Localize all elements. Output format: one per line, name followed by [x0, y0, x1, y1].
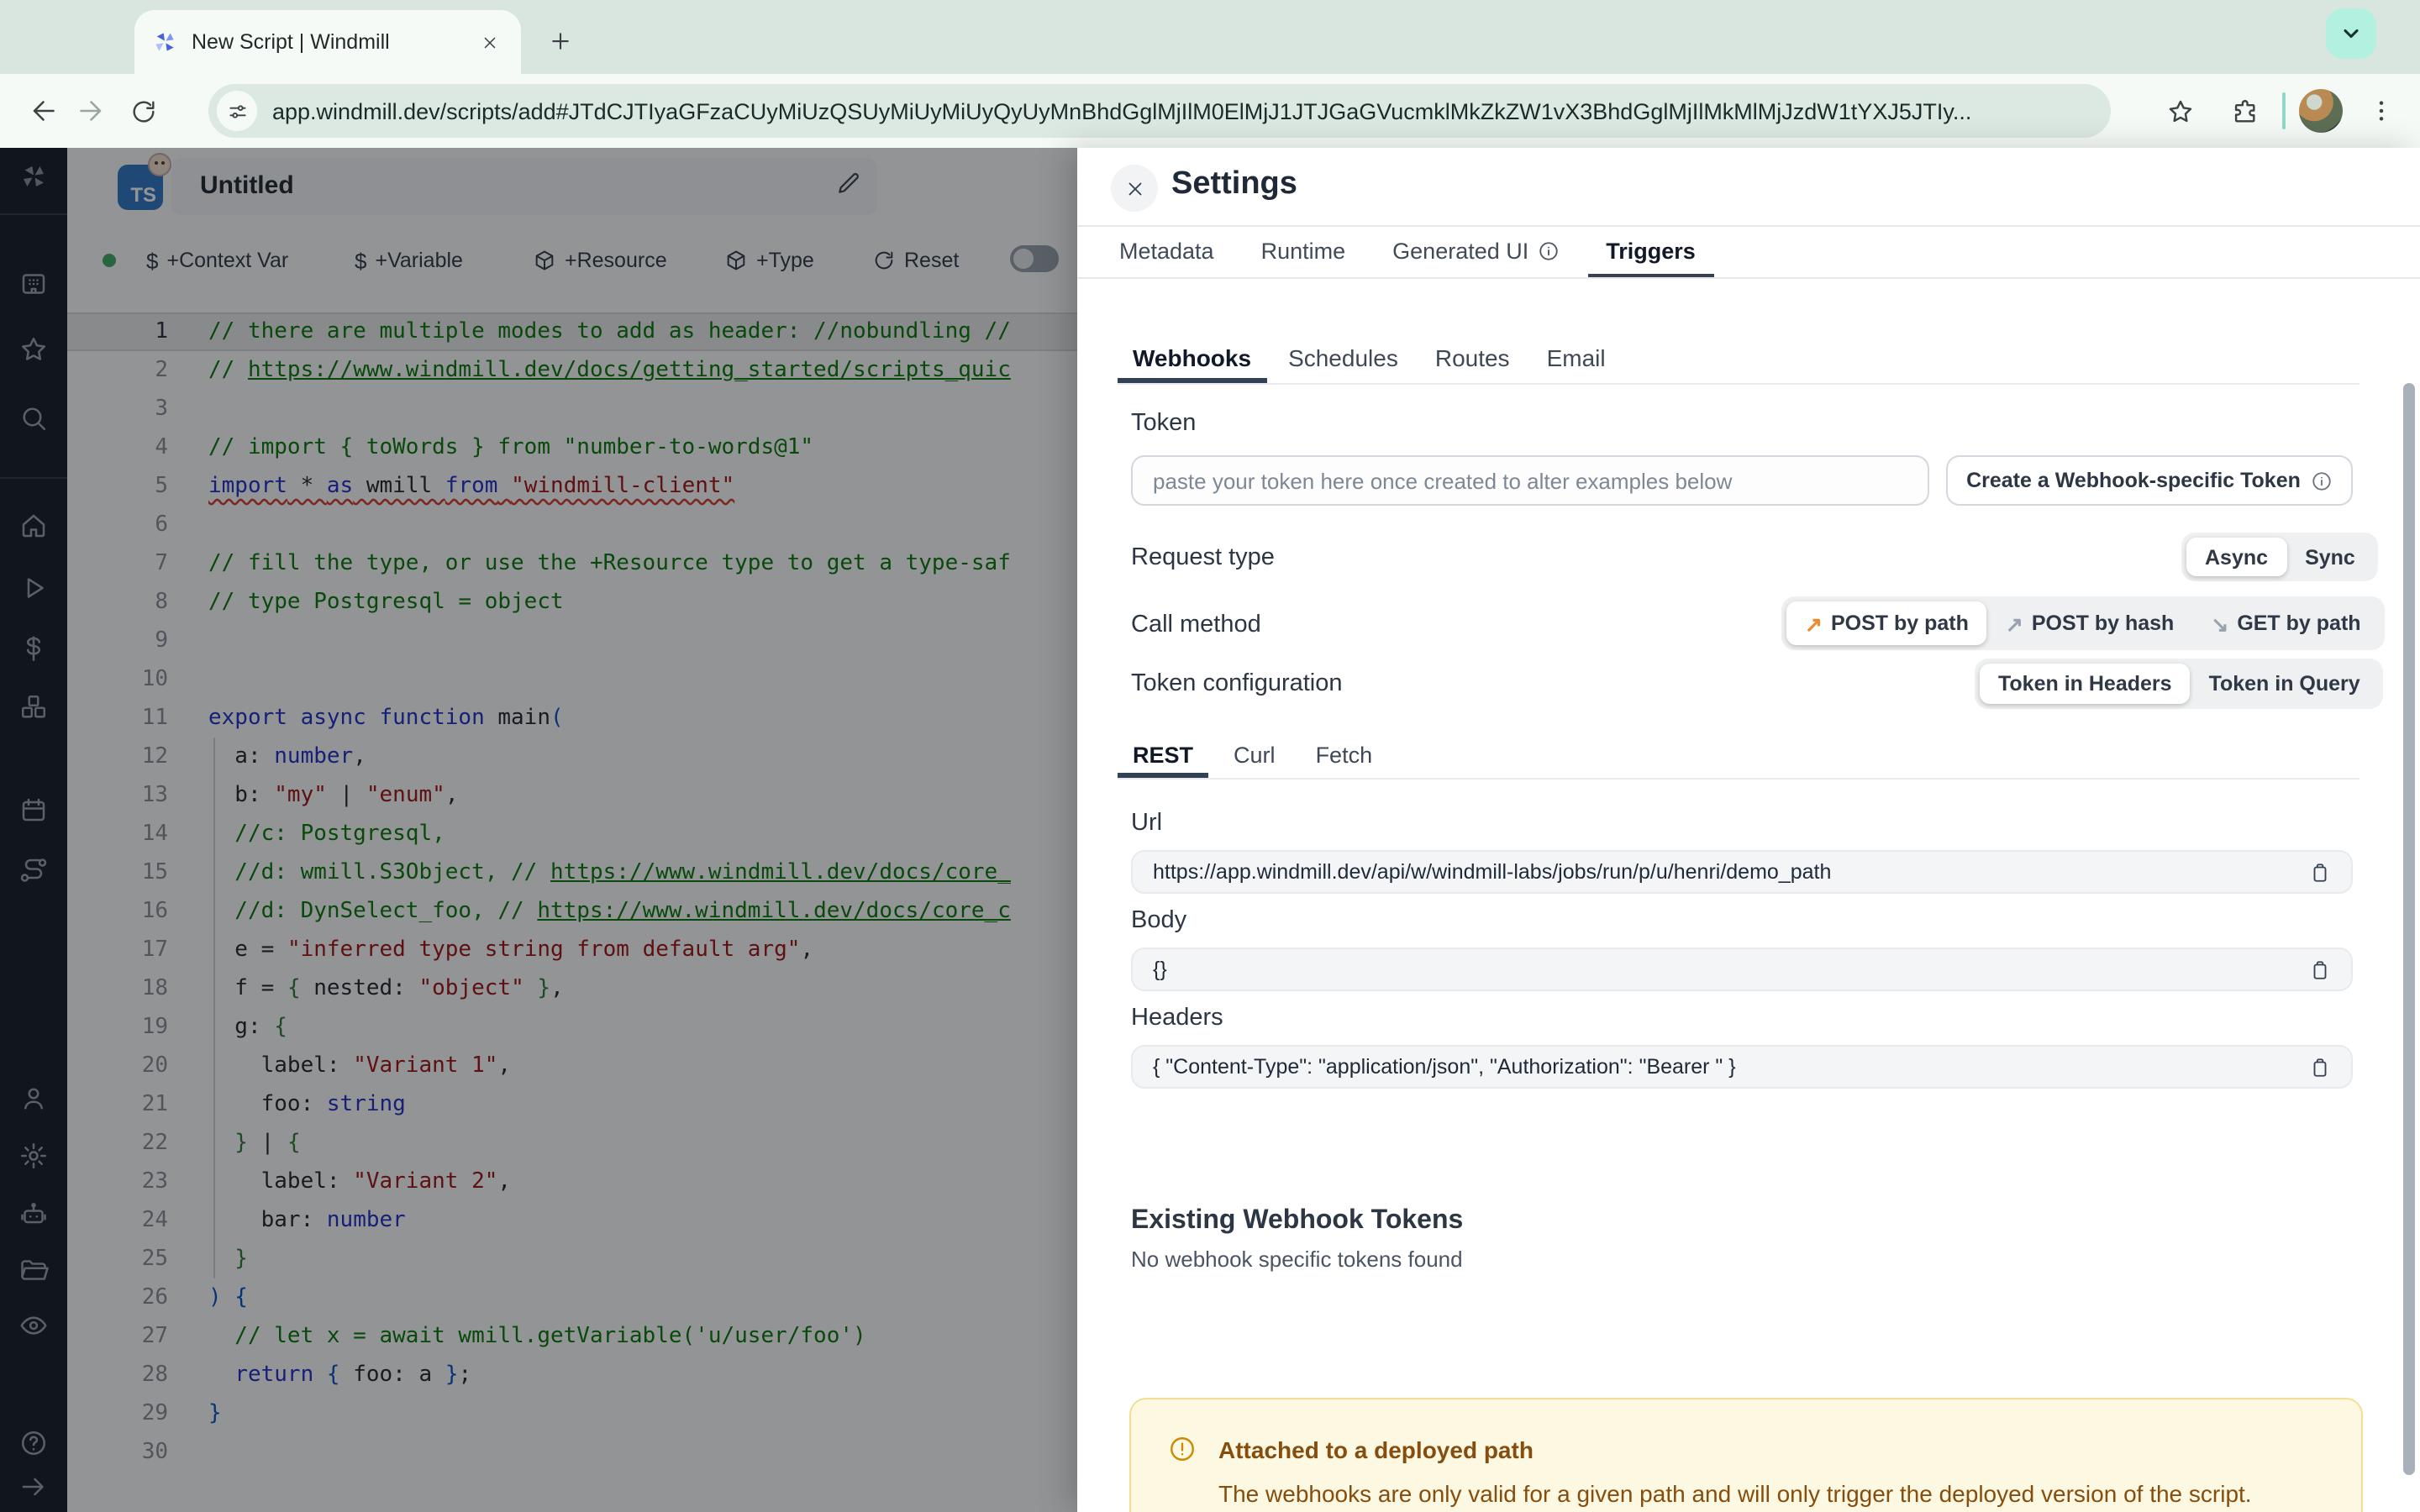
warning-title: Attached to a deployed path: [1218, 1436, 1534, 1463]
copy-icon[interactable]: [2309, 859, 2331, 885]
drawer-backdrop[interactable]: [0, 148, 1077, 1512]
tab-generated-ui[interactable]: Generated UI: [1374, 228, 1577, 277]
tab-email[interactable]: Email: [1532, 336, 1621, 383]
token-label: Token: [1131, 410, 1197, 437]
request-type-label: Request type: [1131, 544, 1275, 571]
async-option[interactable]: Async: [2186, 538, 2287, 576]
url-value[interactable]: [1153, 860, 2309, 884]
deployed-path-warning: Attached to a deployed path The webhooks…: [1129, 1398, 2363, 1512]
tab-webhooks[interactable]: Webhooks: [1118, 336, 1267, 383]
profile-avatar[interactable]: [2299, 89, 2343, 133]
settings-tabs: Metadata Runtime Generated UI Triggers: [1101, 228, 1714, 277]
arrow-up-right-icon: ↗: [2005, 612, 2023, 636]
tab-title: New Script | Windmill: [192, 30, 390, 54]
browser-actions: [2154, 84, 2407, 138]
address-bar[interactable]: app.windmill.dev/scripts/add#JTdCJTIyaGF…: [208, 84, 2111, 138]
snippet-tabs: REST Curl Fetch: [1118, 736, 1387, 778]
close-button[interactable]: [1111, 165, 1158, 212]
headers-field: [1131, 1045, 2353, 1089]
back-button[interactable]: [17, 86, 67, 136]
alert-circle-icon: [1168, 1435, 1197, 1463]
token-configuration-label: Token configuration: [1131, 670, 1343, 697]
copy-icon[interactable]: [2309, 1054, 2331, 1079]
info-icon: [2312, 471, 2331, 490]
headers-label: Headers: [1131, 1005, 1223, 1032]
call-method-label: Call method: [1131, 612, 1261, 638]
windmill-favicon-icon: [155, 33, 174, 51]
body-field: [1131, 948, 2353, 991]
drawer-title: Settings: [1171, 166, 1297, 202]
app-window: TS Untitled $ +Context Var $ +Variable +…: [0, 148, 2420, 1512]
arrow-up-right-icon: ↗: [1805, 612, 1823, 636]
token-input[interactable]: [1131, 455, 1929, 506]
existing-tokens-empty: No webhook specific tokens found: [1131, 1247, 1463, 1272]
sync-option[interactable]: Sync: [2286, 538, 2374, 576]
url-text: app.windmill.dev/scripts/add#JTdCJTIyaGF…: [272, 98, 1972, 123]
bookmark-star-icon[interactable]: [2154, 86, 2205, 136]
request-type-group: Async Sync: [2181, 533, 2379, 581]
info-icon: [1539, 242, 1557, 260]
trigger-tabs: Webhooks Schedules Routes Email: [1118, 336, 1621, 383]
extensions-icon[interactable]: [2218, 86, 2269, 136]
existing-tokens-title: Existing Webhook Tokens: [1131, 1206, 1464, 1235]
tab-schedules[interactable]: Schedules: [1273, 336, 1413, 383]
settings-drawer: Settings Metadata Runtime Generated UI T…: [1077, 148, 2420, 1512]
body-value[interactable]: [1153, 958, 2309, 981]
tab-fetch[interactable]: Fetch: [1301, 736, 1388, 778]
tab-routes[interactable]: Routes: [1420, 336, 1525, 383]
tab-triggers[interactable]: Triggers: [1587, 228, 1714, 277]
headers-value[interactable]: [1153, 1055, 2309, 1079]
warning-text: The webhooks are only valid for a given …: [1218, 1480, 2252, 1507]
token-configuration-group: Token in Headers Token in Query: [1975, 659, 2384, 709]
token-in-query-option[interactable]: Token in Query: [2191, 664, 2379, 704]
token-in-headers-option[interactable]: Token in Headers: [1980, 664, 2191, 704]
body-label: Body: [1131, 907, 1187, 934]
tab-metadata[interactable]: Metadata: [1101, 228, 1233, 277]
tab-runtime[interactable]: Runtime: [1243, 228, 1365, 277]
create-webhook-token-button[interactable]: Create a Webhook-specific Token: [1946, 455, 2353, 506]
browser-tab[interactable]: New Script | Windmill: [134, 10, 521, 74]
tab-search-button[interactable]: [2326, 8, 2376, 59]
tab-close-icon[interactable]: [474, 27, 504, 57]
arrow-down-right-icon: ↘: [2211, 612, 2229, 636]
reload-button[interactable]: [118, 86, 168, 136]
screen: New Script | Windmill app.windmill.dev/s…: [0, 0, 2420, 1512]
url-label: Url: [1131, 810, 1163, 837]
tab-rest[interactable]: REST: [1118, 736, 1209, 778]
url-field: [1131, 850, 2353, 894]
post-by-hash-option[interactable]: ↗ POST by hash: [1987, 601, 2192, 645]
copy-icon[interactable]: [2309, 957, 2331, 982]
tab-curl[interactable]: Curl: [1218, 736, 1291, 778]
browser-toolbar: app.windmill.dev/scripts/add#JTdCJTIyaGF…: [0, 74, 2420, 148]
post-by-path-option[interactable]: ↗ POST by path: [1786, 601, 1987, 645]
site-settings-icon[interactable]: [217, 91, 257, 131]
call-method-group: ↗ POST by path ↗ POST by hash ↘ GET by p…: [1781, 596, 2385, 650]
get-by-path-option[interactable]: ↘ GET by path: [2192, 601, 2379, 645]
drawer-scrollbar[interactable]: [2403, 383, 2415, 1475]
toolbar-separator: [2282, 92, 2286, 129]
forward-button[interactable]: [67, 86, 118, 136]
browser-tab-strip: New Script | Windmill: [0, 0, 2420, 74]
new-tab-button[interactable]: [541, 22, 578, 59]
browser-menu-icon[interactable]: [2356, 86, 2407, 136]
